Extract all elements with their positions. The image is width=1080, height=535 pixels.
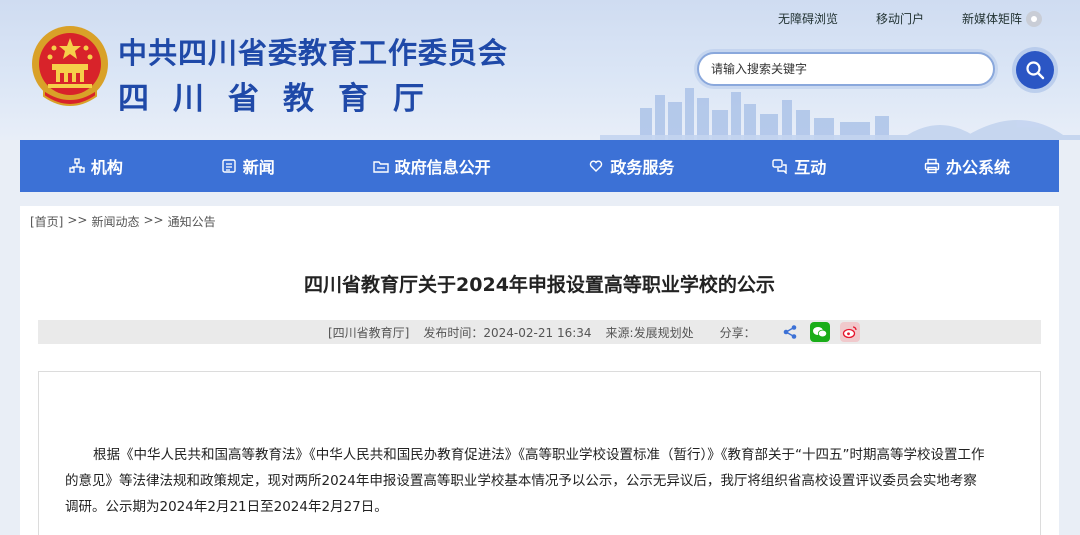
new-media-label: 新媒体矩阵 (961, 12, 1022, 26)
org-chart-icon (69, 158, 85, 173)
accessibility-link[interactable]: 无障碍浏览 (778, 10, 838, 27)
breadcrumb-notices[interactable]: 通知公告 (168, 213, 216, 229)
article-meta-bar: [四川省教育厅] 发布时间：2024-02-21 16:34 来源:发展规划处 … (38, 320, 1041, 344)
article-paragraph: 根据《中华人民共和国高等教育法》《中华人民共和国民办教育促进法》《高等职业学校设… (65, 447, 985, 515)
national-emblem-icon (32, 26, 108, 106)
nav-item-gov-services[interactable]: 政务服务 (588, 154, 674, 178)
chat-bubbles-icon (772, 159, 787, 174)
printer-icon (924, 158, 940, 174)
mobile-portal-link[interactable]: 移动门户 (876, 10, 924, 27)
weibo-icon[interactable] (839, 322, 860, 342)
publish-time-group: 发布时间：2024-02-21 16:34 (423, 324, 591, 341)
nav-label: 政府信息公开 (394, 158, 491, 177)
article-panel: 四川省教育厅关于2024年申报设置高等职业学校的公示 [四川省教育厅] 发布时间… (20, 236, 1059, 535)
breadcrumb-separator: >> (67, 213, 88, 227)
share-icon[interactable] (780, 322, 800, 342)
nav-label: 机构 (90, 158, 123, 177)
publish-time: 2024-02-21 16:34 (483, 325, 592, 340)
new-media-link[interactable]: 新媒体矩阵 (962, 10, 1042, 27)
site-title-primary: 中共四川省委教育工作委员会 (118, 36, 509, 70)
breadcrumb: [首页] >> 新闻动态 >> 通知公告 (20, 206, 1059, 236)
top-links: 无障碍浏览 移动门户 新媒体矩阵 (778, 10, 1042, 27)
nav-item-office-system[interactable]: 办公系统 (924, 154, 1010, 178)
wechat-icon[interactable] (809, 322, 830, 342)
article-origin: 来源:发展规划处 (605, 325, 694, 340)
breadcrumb-news[interactable]: 新闻动态 (91, 213, 139, 229)
city-skyline-decoration (600, 88, 1080, 140)
new-media-icon (1026, 10, 1042, 27)
nav-item-news[interactable]: 新闻 (221, 154, 275, 178)
breadcrumb-home[interactable]: [首页] (30, 213, 63, 229)
nav-item-organization[interactable]: 机构 (69, 154, 123, 178)
nav-label: 新闻 (242, 158, 275, 177)
nav-label: 互动 (794, 158, 827, 177)
share-label: 分享： (719, 325, 756, 340)
article-title: 四川省教育厅关于2024年申报设置高等职业学校的公示 (304, 274, 775, 296)
nav-label: 政务服务 (610, 158, 675, 177)
site-title-secondary: 四川省教育厅 (118, 81, 448, 117)
nav-item-interaction[interactable]: 互动 (772, 154, 826, 178)
breadcrumb-separator: >> (143, 213, 164, 227)
nav-label: 办公系统 (946, 158, 1011, 177)
folder-icon (372, 161, 389, 173)
share-icons (780, 322, 860, 342)
article-source: [四川省教育厅] (328, 325, 410, 340)
heart-hand-icon (590, 160, 603, 172)
nav-item-gov-info[interactable]: 政府信息公开 (372, 154, 491, 178)
newspaper-icon (222, 159, 236, 173)
main-nav: 机构 新闻 政府信息公开 政务服务 互动 办公系统 (20, 140, 1059, 192)
site-header: 中共四川省委教育工作委员会 四川省教育厅 无障碍浏览 移动门户 新媒体矩阵 (0, 0, 1080, 140)
search-icon (1026, 61, 1045, 80)
publish-time-label: 发布时间： (423, 325, 484, 340)
